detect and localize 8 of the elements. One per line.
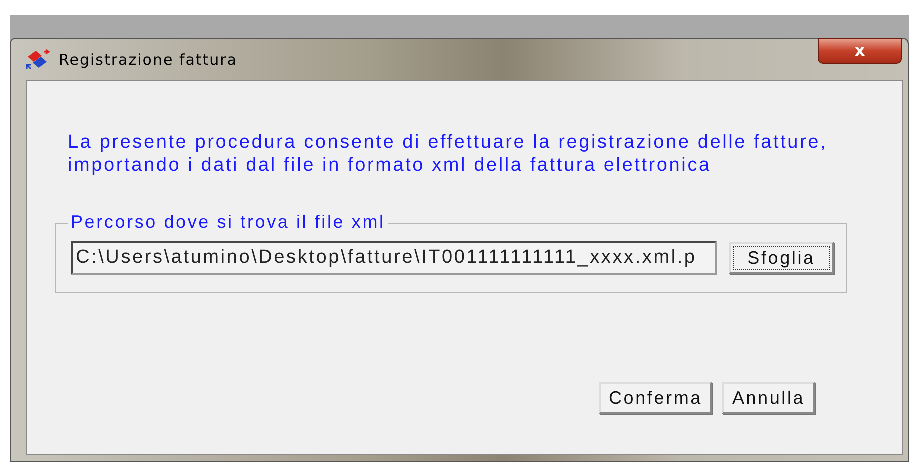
window-title: Registrazione fattura bbox=[59, 50, 238, 68]
browse-button[interactable]: Sfoglia bbox=[729, 242, 834, 274]
close-button[interactable]: x bbox=[818, 38, 902, 64]
path-field[interactable]: C:\Users\atumino\Desktop\fatture\IT001111111111_xxxx.xml.p bbox=[71, 241, 717, 275]
confirm-button[interactable]: Conferma bbox=[599, 382, 712, 414]
app-icon bbox=[25, 48, 51, 70]
description-text: La presente procedura consente di effettuare la registrazione delle fatture, importando i dati dal file in formato xml della fattura elettronica bbox=[68, 131, 829, 177]
cancel-button[interactable]: Annulla bbox=[722, 382, 816, 414]
